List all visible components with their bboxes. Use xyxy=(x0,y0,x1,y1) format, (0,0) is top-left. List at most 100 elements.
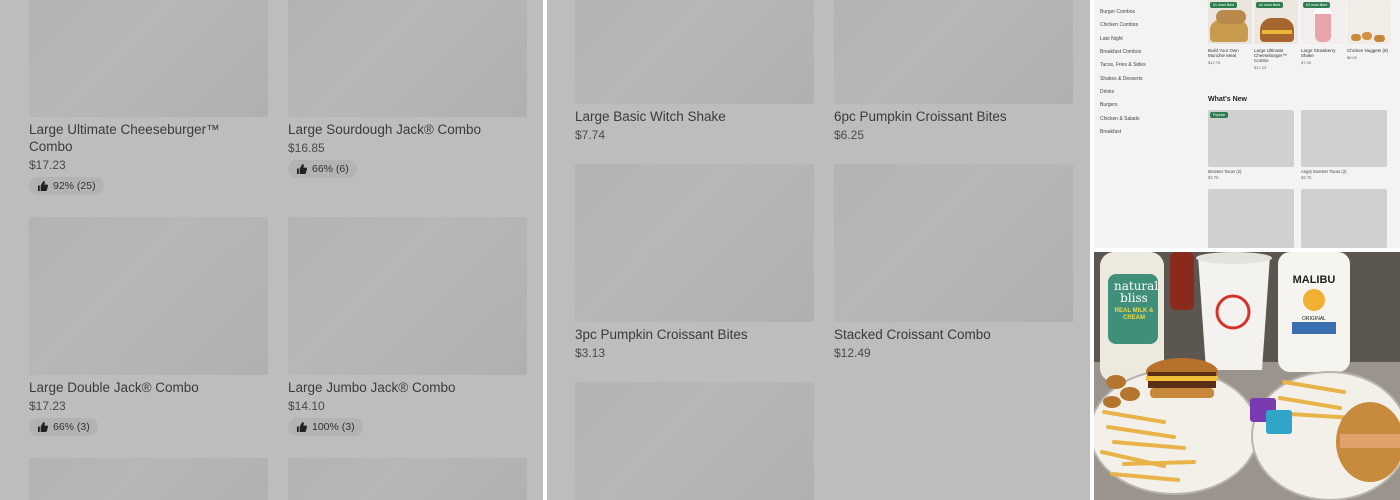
new-item-image[interactable]: Popular xyxy=(1208,110,1294,167)
section-title: What's New xyxy=(1208,96,1248,103)
item-price: $17.23 xyxy=(29,399,66,413)
item-image xyxy=(575,0,814,104)
rating-text: 66% (3) xyxy=(53,421,90,433)
item-name: Angry Monster Tacos (2) xyxy=(1301,169,1347,174)
featured-item[interactable]: Chicken Nuggets (8) $6.00 xyxy=(1347,0,1391,60)
category-link[interactable]: Chicken & Salads xyxy=(1100,116,1139,122)
malibu-brand-text: MALIBU xyxy=(1292,274,1336,286)
rating-badge: 66% (6) xyxy=(288,160,357,178)
menu-item-card[interactable] xyxy=(288,458,527,500)
item-price: $17.23 xyxy=(1254,65,1267,70)
category-link[interactable]: Drinks xyxy=(1100,89,1114,95)
item-price: $6.25 xyxy=(834,128,865,142)
new-item-image[interactable] xyxy=(1301,189,1387,248)
category-link[interactable]: Burger Combos xyxy=(1100,9,1135,15)
sauce-packet xyxy=(1266,410,1292,434)
new-item-image[interactable] xyxy=(1301,110,1387,167)
item-image xyxy=(288,458,527,500)
item-image xyxy=(29,458,268,500)
item-name: Large Sourdough Jack® Combo xyxy=(288,122,482,137)
jack-logo-mark xyxy=(1215,294,1251,330)
item-price: $14.10 xyxy=(288,399,325,413)
hot-sauce-bottle xyxy=(1170,252,1194,310)
category-link[interactable]: Burgers xyxy=(1100,102,1118,108)
burger-shape xyxy=(1216,10,1246,24)
category-link[interactable]: Late Night xyxy=(1100,36,1123,42)
item-price: $16.85 xyxy=(288,141,325,155)
rating-badge: 66% (3) xyxy=(29,418,98,436)
malibu-label-band xyxy=(1292,322,1336,334)
menu-item-card[interactable]: Large Sourdough Jack® Combo $16.85 66% (… xyxy=(288,0,527,179)
thumbs-up-icon xyxy=(296,164,307,174)
item-price: $7.49 xyxy=(1301,60,1312,65)
item-image xyxy=(834,0,1073,104)
menu-item-card[interactable]: 6pc Pumpkin Croissant Bites $6.25 xyxy=(834,0,1073,142)
shake-cup-shape xyxy=(1315,12,1331,42)
item-image xyxy=(288,0,527,117)
burger-cheese xyxy=(1146,376,1218,381)
item-image xyxy=(1347,0,1391,44)
menu-item-card[interactable]: Large Double Jack® Combo $17.23 66% (3) xyxy=(29,217,268,437)
malibu-sun xyxy=(1303,289,1325,311)
item-name: Stacked Croissant Combo xyxy=(834,327,991,342)
item-name: Large Ultimate Cheeseburger™ Combo xyxy=(29,122,220,154)
menu-item-card[interactable]: Large Jumbo Jack® Combo $14.10 100% (3) xyxy=(288,217,527,437)
item-price: $12.75 xyxy=(1208,60,1221,65)
item-price: $3.75 xyxy=(1208,175,1219,180)
item-name: Chicken Nuggets (8) xyxy=(1347,48,1389,53)
rating-text: 66% (6) xyxy=(312,163,349,175)
menu-item-card[interactable]: Large Ultimate Cheeseburger™ Combo $17.2… xyxy=(29,0,268,196)
item-name: Large Double Jack® Combo xyxy=(29,380,199,395)
item-image xyxy=(575,164,814,322)
item-image: #3 most liked xyxy=(1301,0,1345,44)
nugget-shape xyxy=(1374,35,1385,42)
item-image xyxy=(575,382,814,500)
rating-badge: 92% (25) xyxy=(29,177,104,195)
menu-panel-combos: Large Ultimate Cheeseburger™ Combo $17.2… xyxy=(0,0,543,500)
creamer-brand-text: natural bliss xyxy=(1114,279,1159,305)
item-price: $17.23 xyxy=(29,158,66,172)
rating-badge: 100% (3) xyxy=(288,418,363,436)
category-link[interactable]: Breakfast xyxy=(1100,129,1121,135)
item-name: Large Ultimate Cheeseburger™ Combo xyxy=(1254,48,1288,63)
popular-badge: Popular xyxy=(1210,112,1229,118)
item-image: #1 most liked xyxy=(1208,0,1252,44)
thumbs-up-icon xyxy=(37,422,48,432)
thumbs-up-icon xyxy=(296,422,307,432)
rating-text: 100% (3) xyxy=(312,421,355,433)
featured-item[interactable]: #1 most liked Build Your Own Munchie Mea… xyxy=(1208,0,1252,65)
menu-panel-seasonal: Large Basic Witch Shake $7.74 6pc Pumpki… xyxy=(547,0,1090,500)
item-price: $3.75 xyxy=(1301,175,1312,180)
menu-overview-panel: Burger Combos Chicken Combos Late Night … xyxy=(1094,0,1400,248)
featured-item[interactable]: #2 most liked Large Ultimate Cheeseburge… xyxy=(1254,0,1298,70)
item-name: Large Basic Witch Shake xyxy=(575,109,726,124)
item-image: #2 most liked xyxy=(1254,0,1298,44)
menu-item-card[interactable]: Large Basic Witch Shake $7.74 xyxy=(575,0,814,142)
item-name: 6pc Pumpkin Croissant Bites xyxy=(834,109,1007,124)
nugget-shape xyxy=(1351,34,1361,41)
menu-item-card[interactable] xyxy=(575,382,814,500)
item-name: Monster Tacos (2) xyxy=(1208,169,1242,174)
popularity-badge: #3 most liked xyxy=(1303,2,1331,8)
item-price: $7.74 xyxy=(575,128,606,142)
new-item-image[interactable] xyxy=(1208,189,1294,248)
featured-item[interactable]: #3 most liked Large Strawberry Shake $7.… xyxy=(1301,0,1345,65)
menu-item-card[interactable] xyxy=(29,458,268,500)
malibu-bottle xyxy=(1278,252,1350,372)
item-image xyxy=(29,217,268,375)
category-link[interactable]: Breakfast Combos xyxy=(1100,49,1141,55)
category-link[interactable]: Tacos, Fries & Sides xyxy=(1100,62,1146,68)
item-name: 3pc Pumpkin Croissant Bites xyxy=(575,327,748,342)
menu-item-card[interactable]: 3pc Pumpkin Croissant Bites $3.13 xyxy=(575,164,814,360)
menu-item-card[interactable]: Stacked Croissant Combo $12.49 xyxy=(834,164,1073,360)
category-link[interactable]: Shakes & Desserts xyxy=(1100,76,1143,82)
burger-bun-bottom xyxy=(1150,388,1214,398)
category-link[interactable]: Chicken Combos xyxy=(1100,22,1138,28)
creamer-sub-text: REAL MILK & CREAM xyxy=(1114,308,1154,321)
popularity-badge: #1 most liked xyxy=(1210,2,1238,8)
nugget-shape xyxy=(1362,32,1372,40)
sandwich-filling xyxy=(1340,434,1400,448)
popularity-badge: #2 most liked xyxy=(1256,2,1284,8)
item-image xyxy=(29,0,268,117)
item-price: $3.13 xyxy=(575,346,606,360)
